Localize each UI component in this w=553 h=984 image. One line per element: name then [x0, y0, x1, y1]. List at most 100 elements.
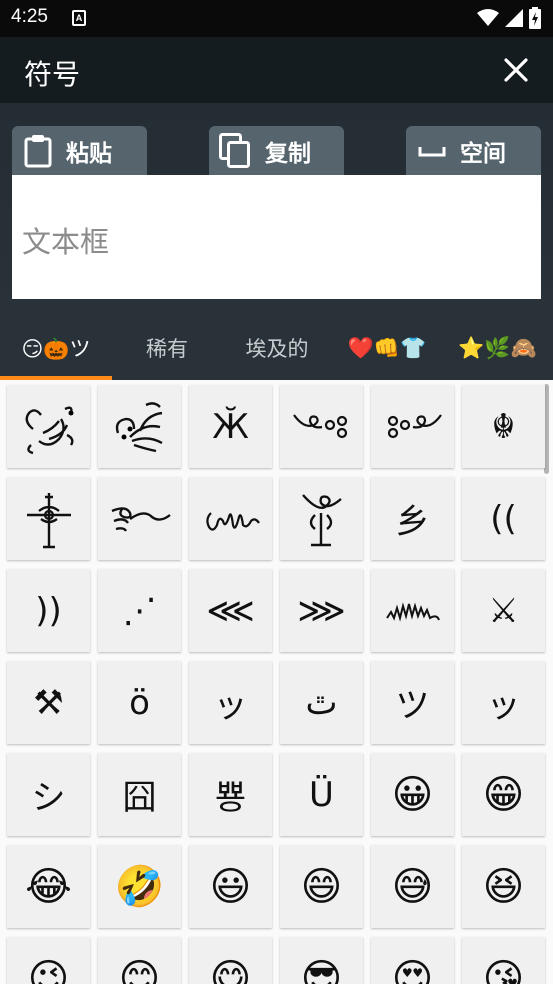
- symbol-cell[interactable]: 囧: [98, 753, 181, 836]
- symbol-cell[interactable]: 🤣: [98, 845, 181, 928]
- symbol-cell[interactable]: ッ: [189, 661, 272, 744]
- tab-hearts[interactable]: ❤️👊👕: [332, 315, 442, 381]
- space-icon: [418, 146, 446, 156]
- symbol-cell[interactable]: ӧ: [98, 661, 181, 744]
- symbol-cell[interactable]: 😘: [462, 937, 545, 984]
- symbol-grid: Ӂ ☬ 乡 (()) ⋰ ⋘ ⋙ ⚔ ⚒ ӧ ッ ٿ ツ ッシ 囧 뿅 Ü 😀 😁 😂 🤣 😃 😄 😅 😆 😉 😊 😋 😎 😍 😘: [0, 380, 553, 984]
- text-input-placeholder: 文本框: [22, 225, 110, 259]
- symbol-glyph: 😆: [482, 863, 525, 910]
- symbol-cell[interactable]: ッ: [462, 661, 545, 744]
- paste-label: 粘贴: [66, 140, 112, 167]
- symbol-glyph: 😊: [118, 955, 161, 984]
- symbol-cell[interactable]: [98, 477, 181, 560]
- symbol-cell[interactable]: [280, 477, 363, 560]
- wifi-icon: [477, 9, 499, 26]
- symbol-glyph: [115, 401, 163, 452]
- symbol-cell[interactable]: [7, 385, 90, 468]
- symbol-glyph: ((: [490, 498, 517, 539]
- signal-icon: [505, 9, 523, 27]
- symbol-cell[interactable]: [98, 385, 181, 468]
- symbol-glyph: 囧: [122, 778, 157, 818]
- battery-icon: [529, 7, 541, 29]
- symbol-cell[interactable]: ☬: [462, 385, 545, 468]
- symbol-glyph: 😎: [300, 955, 343, 984]
- symbol-cell[interactable]: 😃: [189, 845, 272, 928]
- page-title: 符号: [24, 58, 81, 91]
- symbol-glyph: 😘: [482, 955, 525, 984]
- symbol-cell[interactable]: ⋘: [189, 569, 272, 652]
- copy-icon: [219, 132, 250, 168]
- symbol-cell[interactable]: [280, 385, 363, 468]
- action-area: 粘贴 复制 空间 文本框: [0, 103, 553, 315]
- symbol-cell[interactable]: 😍: [371, 937, 454, 984]
- tab-emoji[interactable]: 😏🎃ツ: [0, 315, 112, 381]
- text-input[interactable]: 文本框: [12, 175, 541, 299]
- symbol-glyph: )): [35, 590, 62, 631]
- symbol-glyph: 😍: [391, 955, 434, 984]
- symbol-cell[interactable]: 😉: [7, 937, 90, 984]
- symbol-glyph: [25, 405, 74, 454]
- status-time: 4:25: [11, 6, 48, 27]
- symbol-glyph: [26, 492, 71, 548]
- symbol-glyph: ⋙: [297, 590, 346, 631]
- symbol-cell[interactable]: [371, 385, 454, 468]
- tab-egyptian[interactable]: 埃及的: [222, 315, 332, 381]
- symbol-glyph: ッ: [213, 686, 248, 726]
- symbol-cell[interactable]: ツ: [371, 661, 454, 744]
- symbol-glyph: ツ: [395, 686, 430, 726]
- symbol-cell[interactable]: シ: [7, 753, 90, 836]
- symbol-cell[interactable]: 😁: [462, 753, 545, 836]
- symbol-cell[interactable]: 😂: [7, 845, 90, 928]
- symbol-cell[interactable]: Ӂ: [189, 385, 272, 468]
- symbol-cell[interactable]: ⚔: [462, 569, 545, 652]
- copy-label: 复制: [265, 140, 311, 167]
- symbol-glyph: 뿅: [214, 778, 247, 818]
- symbol-cell[interactable]: )): [7, 569, 90, 652]
- symbol-cell[interactable]: [7, 477, 90, 560]
- space-label: 空间: [460, 140, 506, 167]
- symbol-glyph: [385, 601, 440, 622]
- symbol-glyph: 😉: [27, 955, 70, 984]
- symbol-glyph: 😋: [209, 955, 252, 984]
- symbol-cell[interactable]: 😀: [371, 753, 454, 836]
- paste-button[interactable]: 粘贴: [12, 126, 147, 175]
- symbol-cell[interactable]: ٿ: [280, 661, 363, 744]
- tab-rare[interactable]: 稀有: [112, 315, 222, 381]
- symbol-glyph: ⋰: [122, 590, 157, 631]
- symbol-cell[interactable]: 😆: [462, 845, 545, 928]
- symbol-glyph: ⚒: [33, 682, 64, 723]
- notification-icon: A: [72, 10, 86, 26]
- symbol-cell[interactable]: [189, 477, 272, 560]
- symbol-cell[interactable]: 😋: [189, 937, 272, 984]
- symbol-glyph: 🤣: [114, 864, 165, 910]
- symbol-cell[interactable]: 😊: [98, 937, 181, 984]
- symbol-cell[interactable]: ⚒: [7, 661, 90, 744]
- symbol-cell[interactable]: 뿅: [189, 753, 272, 836]
- symbol-glyph: 😅: [391, 863, 434, 910]
- symbol-cell[interactable]: ⋙: [280, 569, 363, 652]
- tab-nature[interactable]: ⭐🌿🙈: [442, 315, 553, 381]
- symbol-cell[interactable]: 😅: [371, 845, 454, 928]
- symbol-glyph: Ӂ: [212, 406, 249, 447]
- symbol-glyph: [111, 506, 171, 532]
- close-icon[interactable]: [501, 55, 531, 85]
- symbol-glyph: ⋘: [206, 590, 255, 631]
- title-bar: 符号: [0, 37, 553, 103]
- symbol-glyph: 😃: [209, 863, 252, 910]
- symbol-glyph: [205, 511, 260, 531]
- symbol-glyph: 😀: [391, 771, 434, 818]
- symbol-glyph: 乡: [395, 502, 430, 542]
- symbol-cell[interactable]: 😎: [280, 937, 363, 984]
- symbol-glyph: ⚔: [488, 590, 519, 631]
- symbol-cell[interactable]: 乡: [371, 477, 454, 560]
- space-button[interactable]: 空间: [406, 126, 541, 175]
- symbol-glyph: ☬: [491, 406, 516, 447]
- copy-button[interactable]: 复制: [209, 126, 344, 175]
- symbol-cell[interactable]: [371, 569, 454, 652]
- symbol-cell[interactable]: ⋰: [98, 569, 181, 652]
- symbol-cell[interactable]: Ü: [280, 753, 363, 836]
- symbol-glyph: シ: [31, 778, 66, 818]
- symbol-cell[interactable]: 😄: [280, 845, 363, 928]
- clipboard-icon: [24, 134, 52, 167]
- symbol-cell[interactable]: ((: [462, 477, 545, 560]
